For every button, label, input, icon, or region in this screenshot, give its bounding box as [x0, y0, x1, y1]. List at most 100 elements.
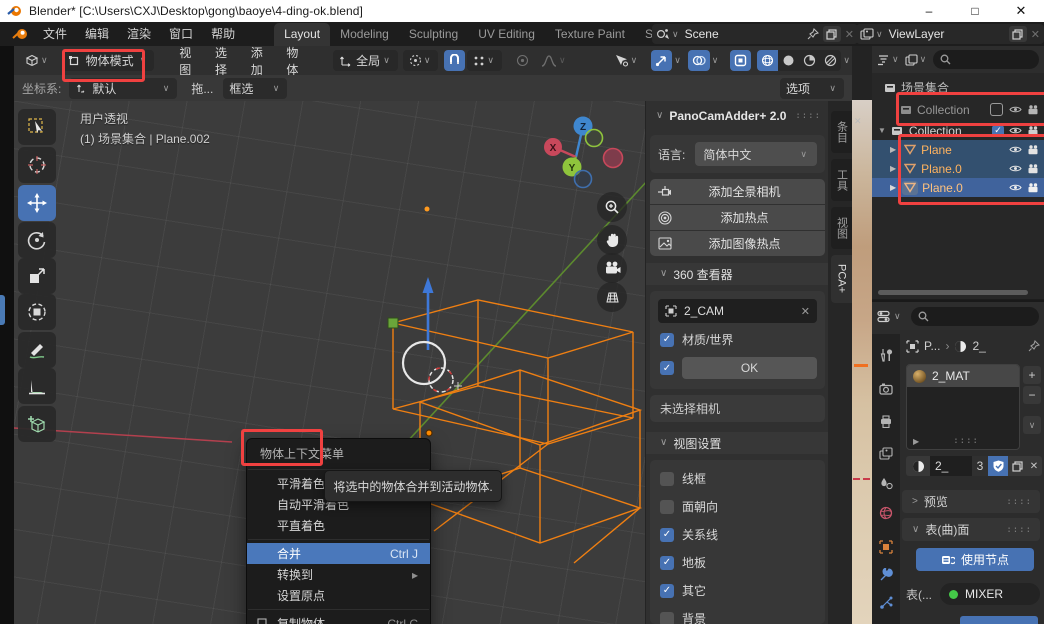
camera-restrict-icon[interactable] — [1027, 126, 1039, 136]
background-checkbox-row[interactable]: 背景 — [660, 610, 706, 624]
outliner-filter-dropdown[interactable]: ∨ — [877, 54, 901, 66]
clear-camera-icon[interactable]: ✕ — [801, 305, 810, 318]
fake-user-shield-button[interactable] — [988, 456, 1008, 476]
menu-edit[interactable]: 编辑 — [76, 22, 118, 46]
tab-tool-properties[interactable] — [872, 342, 900, 368]
menu-view[interactable]: 视图 — [168, 44, 204, 78]
ok-checkbox[interactable]: ✓ — [660, 361, 674, 375]
collection-row[interactable]: ▼ Collection ✓ — [872, 121, 1044, 140]
menu-object[interactable]: 物体 — [275, 44, 311, 78]
tab-modeling[interactable]: Modeling — [330, 23, 399, 46]
menu-add[interactable]: 添加 — [240, 44, 276, 78]
tool-measure[interactable] — [18, 368, 56, 404]
checkbox-checked-icon[interactable]: ✓ — [660, 584, 674, 598]
options-dropdown[interactable]: 选项 ∨ — [780, 78, 844, 99]
checkbox-unchecked-icon[interactable] — [660, 500, 674, 514]
checkbox-unchecked-icon[interactable] — [660, 612, 674, 624]
eye-icon[interactable] — [1009, 105, 1022, 114]
collection-checkbox-unchecked[interactable] — [990, 103, 1003, 116]
xray-toggle[interactable] — [730, 50, 751, 71]
close-icon[interactable]: ✕ — [998, 0, 1044, 22]
face-orientation-checkbox-row[interactable]: 面朝向 — [660, 498, 718, 515]
eye-icon[interactable] — [1009, 183, 1022, 192]
floor-checkbox-row[interactable]: ✓ 地板 — [660, 554, 706, 571]
other-checkbox-row[interactable]: ✓ 其它 — [660, 582, 706, 599]
tab-sculpting[interactable]: Sculpting — [399, 23, 468, 46]
disclosure-closed-icon[interactable]: ▶ — [890, 164, 896, 173]
tab-render-properties[interactable] — [872, 376, 900, 402]
disclosure-open-icon[interactable]: ▼ — [878, 126, 886, 135]
new-viewlayer-copy-icon[interactable] — [1009, 26, 1027, 42]
breadcrumb-object-name[interactable]: P... — [924, 339, 940, 353]
disclosure-closed-icon[interactable]: ▶ — [890, 145, 896, 154]
shading-wireframe-button[interactable] — [757, 50, 778, 71]
coord-system-dropdown[interactable]: 默认 ∨ — [69, 78, 177, 99]
tab-output-properties[interactable] — [872, 408, 900, 434]
checkbox-unchecked-icon[interactable] — [660, 472, 674, 486]
menu-item-set-origin[interactable]: 设置原点 — [247, 585, 430, 606]
hidden-panel-tab[interactable] — [0, 295, 5, 325]
menu-item-copy-objects[interactable]: 复制物体Ctrl C — [247, 613, 430, 624]
disclosure-closed-icon[interactable]: ▶ — [890, 183, 896, 192]
scene-selector[interactable]: ∨ Scene ✕ — [652, 24, 858, 44]
relationship-lines-checkbox-row[interactable]: ✓ 关系线 — [660, 526, 718, 543]
unlink-material-button[interactable]: ✕ — [1026, 456, 1042, 476]
slot-expand-icon[interactable]: ▶ — [913, 437, 919, 446]
minimize-icon[interactable]: – — [906, 0, 952, 22]
viewlayer-name[interactable]: ViewLayer — [889, 27, 945, 41]
menu-item-convert-to[interactable]: 转换到▸ — [247, 564, 430, 585]
eye-icon[interactable] — [1009, 164, 1022, 173]
tab-view[interactable]: 视图 — [831, 207, 852, 249]
proportional-falloff-dropdown[interactable]: ∨ — [535, 50, 574, 71]
viewer-section-header[interactable]: ∨ 360 查看器 — [646, 263, 829, 285]
material-slot-row[interactable]: 2_MAT — [907, 365, 1019, 387]
ok-button[interactable]: OK — [682, 357, 817, 379]
tab-physics-properties[interactable] — [872, 618, 900, 624]
tool-annotate[interactable] — [18, 332, 56, 368]
outliner-display-dropdown[interactable]: ∨ — [905, 54, 929, 66]
surface-shader-dropdown[interactable]: MIXER — [940, 583, 1040, 605]
new-scene-copy-icon[interactable] — [823, 26, 841, 42]
menu-item-shade-flat[interactable]: 平直着色 — [247, 515, 430, 536]
tab-item[interactable]: 条目 — [831, 111, 852, 153]
pivot-point-dropdown[interactable]: ∨ — [403, 50, 439, 71]
checkbox-checked-icon[interactable]: ✓ — [660, 333, 674, 347]
browse-material-button[interactable] — [906, 456, 930, 476]
object-row-plane-001[interactable]: ▶ Plane.0 — [872, 159, 1044, 178]
menu-item-join[interactable]: 合并Ctrl J — [247, 543, 430, 564]
shading-solid-button[interactable] — [778, 50, 799, 71]
camera-restrict-icon[interactable] — [1027, 105, 1039, 115]
object-row-plane[interactable]: ▶ Plane — [872, 140, 1044, 159]
camera-restrict-icon[interactable] — [1027, 164, 1039, 174]
outliner-scrollbar[interactable] — [878, 290, 1028, 295]
object-row-plane-002-active[interactable]: ▶ Plane.0 — [872, 178, 1044, 197]
add-pano-camera-button[interactable]: 添加全景相机 — [650, 179, 825, 204]
menu-file[interactable]: 文件 — [34, 22, 76, 46]
tab-particles-properties[interactable] — [872, 590, 900, 616]
gizmos-toggle[interactable] — [651, 50, 672, 71]
view-settings-header[interactable]: ∨ 视图设置 — [646, 432, 829, 454]
scene-name[interactable]: Scene — [685, 27, 719, 41]
tab-texture-paint[interactable]: Texture Paint — [545, 23, 635, 46]
surface-panel-header[interactable]: ∨ 表(曲)面 :::: — [902, 518, 1040, 541]
mode-dropdown[interactable]: 物体模式 ∨ — [62, 50, 155, 71]
tab-pca[interactable]: PCA+ — [831, 255, 852, 303]
tool-add-cube[interactable] — [18, 406, 56, 442]
tool-cursor[interactable] — [18, 147, 56, 183]
tool-transform[interactable] — [18, 294, 56, 330]
checkbox-checked-icon[interactable]: ✓ — [660, 556, 674, 570]
tab-scene-properties[interactable] — [872, 470, 900, 496]
outliner-search-input[interactable] — [933, 50, 1039, 69]
tool-rotate[interactable] — [18, 222, 56, 258]
properties-search-input[interactable] — [911, 307, 1039, 326]
collection-hidden-row[interactable]: Collection — [872, 100, 1044, 119]
transform-orientation-dropdown[interactable]: 全局 ∨ — [333, 50, 398, 71]
add-image-hotspot-button[interactable]: 添加图像热点 — [650, 231, 825, 256]
scene-collection-row[interactable]: 场景集合 — [872, 78, 1044, 97]
shading-material-button[interactable] — [799, 50, 820, 71]
menu-render[interactable]: 渲染 — [118, 22, 160, 46]
tab-uv-editing[interactable]: UV Editing — [468, 23, 545, 46]
pan-view-button[interactable] — [597, 225, 627, 255]
pca-panel-title[interactable]: PanoCamAdder+ 2.0 — [669, 109, 786, 123]
material-name-field[interactable]: 2_ — [930, 456, 972, 476]
